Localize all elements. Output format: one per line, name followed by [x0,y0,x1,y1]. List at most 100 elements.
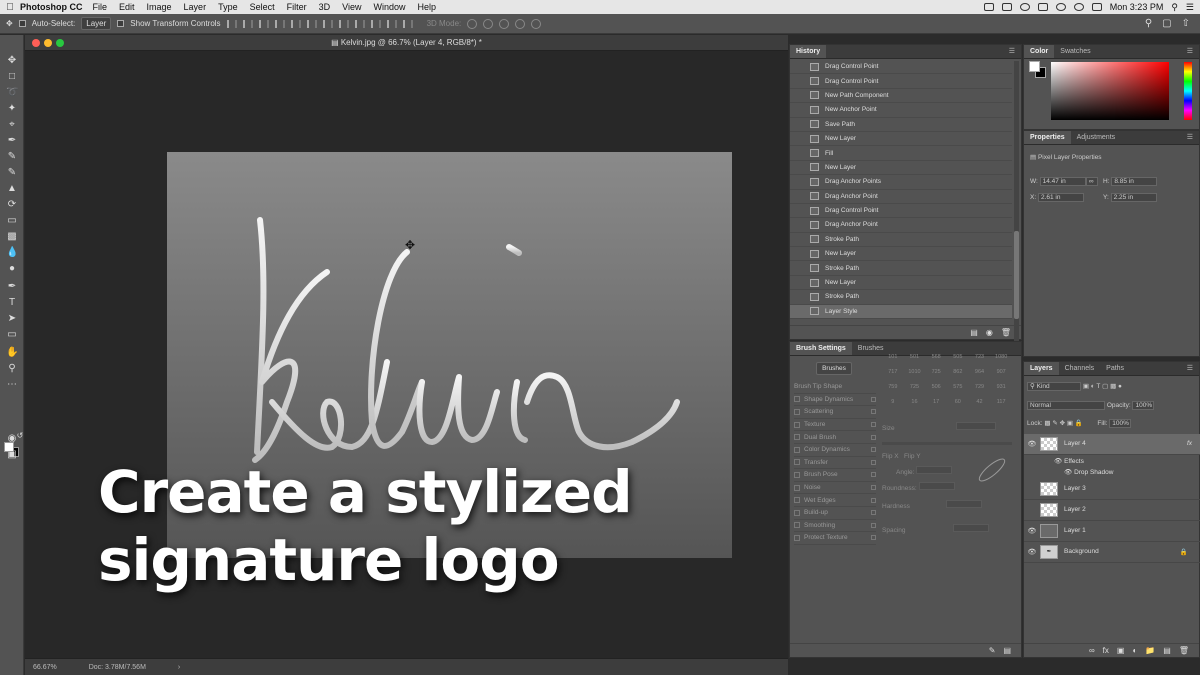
brush-tip-size[interactable]: 568 [925,354,947,369]
filter-pixel-icon[interactable]: ▣ [1083,383,1089,390]
color-panel-menu-icon[interactable]: ☰ [1181,45,1199,58]
vpn-icon[interactable] [1019,3,1030,11]
snapshot-camera-icon[interactable]: ◉ [986,328,993,337]
brush-option[interactable]: Shape Dynamics [794,394,876,407]
trash-icon[interactable]: 🗑 [1001,328,1011,337]
visibility-eye-icon[interactable]: 👁 [1024,548,1040,556]
path-select-tool[interactable]: ➤ [6,313,18,325]
history-item[interactable]: New Path Component [790,89,1012,104]
y-field[interactable]: 2.25 in [1110,193,1157,202]
search-icon[interactable]: ⚲ [1145,18,1152,29]
brush-option-checkbox[interactable] [794,484,800,491]
history-item[interactable]: Save Path [790,118,1012,132]
brush-tip-size[interactable]: 907 [990,369,1012,384]
drop-shadow-row[interactable]: 👁 Drop Shadow [1064,468,1113,476]
delete-layer-icon[interactable]: 🗑 [1179,646,1189,655]
history-item[interactable]: Drag Control Point [790,60,1012,75]
brushes-button[interactable]: Brushes [816,362,852,375]
brush-option-checkbox[interactable] [794,471,800,478]
align-center-icon[interactable] [242,19,253,28]
move-tool-icon[interactable]: ✥ [6,19,13,28]
brush-tip-size[interactable]: 505 [947,354,969,369]
brush-option[interactable]: Scattering [794,406,876,419]
hand-tool[interactable]: ✋ [6,347,18,359]
menu-list-icon[interactable]: ☰ [1186,2,1194,13]
opacity-field[interactable]: 100% [1132,401,1155,410]
brush-option-checkbox[interactable] [794,497,800,504]
brush-tip-size[interactable]: 725 [925,369,947,384]
lock-icon[interactable] [871,459,876,465]
drop-shadow-eye-icon[interactable]: 👁 [1064,469,1072,476]
wifi-icon[interactable] [1055,3,1066,11]
new-document-from-state-icon[interactable]: ▤ [970,328,978,337]
dropbox-icon[interactable] [1001,3,1012,11]
menu-layer[interactable]: Layer [184,2,207,12]
workspace-icon[interactable]: ▢ [1162,18,1171,29]
apple-icon[interactable]:  [0,2,20,13]
brush-tip-size[interactable]: 501 [904,354,926,369]
history-scroll-thumb[interactable] [1014,231,1019,319]
eyedropper-tool[interactable]: ✒ [6,135,18,147]
distribute-right-icon[interactable] [402,19,413,28]
quick-select-tool[interactable]: ✦ [6,103,18,115]
spotlight-icon[interactable]: ⚲ [1171,2,1178,13]
filter-adjustment-icon[interactable]: ◐ [1091,383,1095,390]
lock-icon[interactable] [871,434,876,440]
layer-row-layer-3[interactable]: Layer 3 [1024,479,1200,500]
pen-tool[interactable]: ✒ [6,281,18,293]
menu-filter[interactable]: Filter [287,2,307,12]
zoom-level[interactable]: 66.67% [33,664,57,671]
more-tools-icon[interactable]: ⋯ [6,379,18,391]
brush-option-checkbox[interactable] [794,509,800,516]
hardness-field[interactable] [945,500,982,508]
effects-eye-icon[interactable]: 👁 [1054,458,1062,465]
brush-tip-size[interactable]: 506 [925,384,947,399]
brush-tip-size[interactable]: 729 [969,384,991,399]
menu-file[interactable]: File [93,2,108,12]
3d-scale-icon[interactable] [531,18,542,29]
history-scrollbar[interactable] [1014,61,1019,361]
lock-icon[interactable] [871,472,876,478]
angle-field[interactable] [916,466,953,474]
doc-size[interactable]: Doc: 3.78M/7.56M [89,664,146,671]
bluetooth-icon[interactable] [1037,3,1048,11]
menu-window[interactable]: Window [373,2,405,12]
brush-option-checkbox[interactable] [794,534,800,541]
show-transform-checkbox[interactable] [117,20,125,27]
brush-option-checkbox[interactable] [794,408,800,415]
zoom-tool[interactable]: ⚲ [6,363,18,375]
history-item[interactable]: New Layer [790,276,1012,291]
menu-image[interactable]: Image [147,2,172,12]
healing-tool[interactable]: ✎ [6,151,18,163]
brush-tip-size[interactable]: 759 [882,384,904,399]
auto-select-checkbox[interactable] [18,20,26,27]
brush-option[interactable]: Wet Edges [794,494,876,507]
filter-smart-object-icon[interactable]: ▩ [1110,383,1116,390]
lock-transparent-icon[interactable]: ▩ [1044,420,1050,427]
distribute-bottom-icon[interactable] [354,19,365,28]
distribute-left-icon[interactable] [370,19,381,28]
brush-option[interactable]: Protect Texture [794,532,876,545]
history-item[interactable]: Stroke Path [790,233,1012,248]
brush-option[interactable]: Build-up [794,507,876,520]
lock-icon[interactable] [871,396,876,402]
layer-row-layer-4[interactable]: 👁 Layer 4 fx [1024,434,1200,455]
status-arrow-icon[interactable]: › [178,664,180,671]
foreground-color-swatch[interactable] [4,442,14,452]
marquee-tool[interactable]: □ [6,71,18,83]
brush-option[interactable]: Brush Pose [794,469,876,482]
align-top-icon[interactable] [274,19,285,28]
stamp-tool[interactable]: ▲ [6,183,18,195]
dodge-tool[interactable]: ● [6,263,18,275]
fx-icon[interactable]: fx [1187,440,1192,447]
tab-paths[interactable]: Paths [1100,362,1130,375]
tab-brush-settings[interactable]: Brush Settings [790,342,852,355]
add-mask-icon[interactable]: ▣ [1117,646,1125,655]
x-field[interactable]: 2.61 in [1037,193,1084,202]
layer-lock-icon[interactable]: 🔒 [1180,548,1188,556]
brush-option[interactable]: Noise [794,482,876,495]
tab-properties[interactable]: Properties [1024,131,1071,144]
brush-option-checkbox[interactable] [794,421,800,428]
lock-icon[interactable] [871,522,876,528]
brush-tip-size[interactable]: 1080 [990,354,1012,369]
